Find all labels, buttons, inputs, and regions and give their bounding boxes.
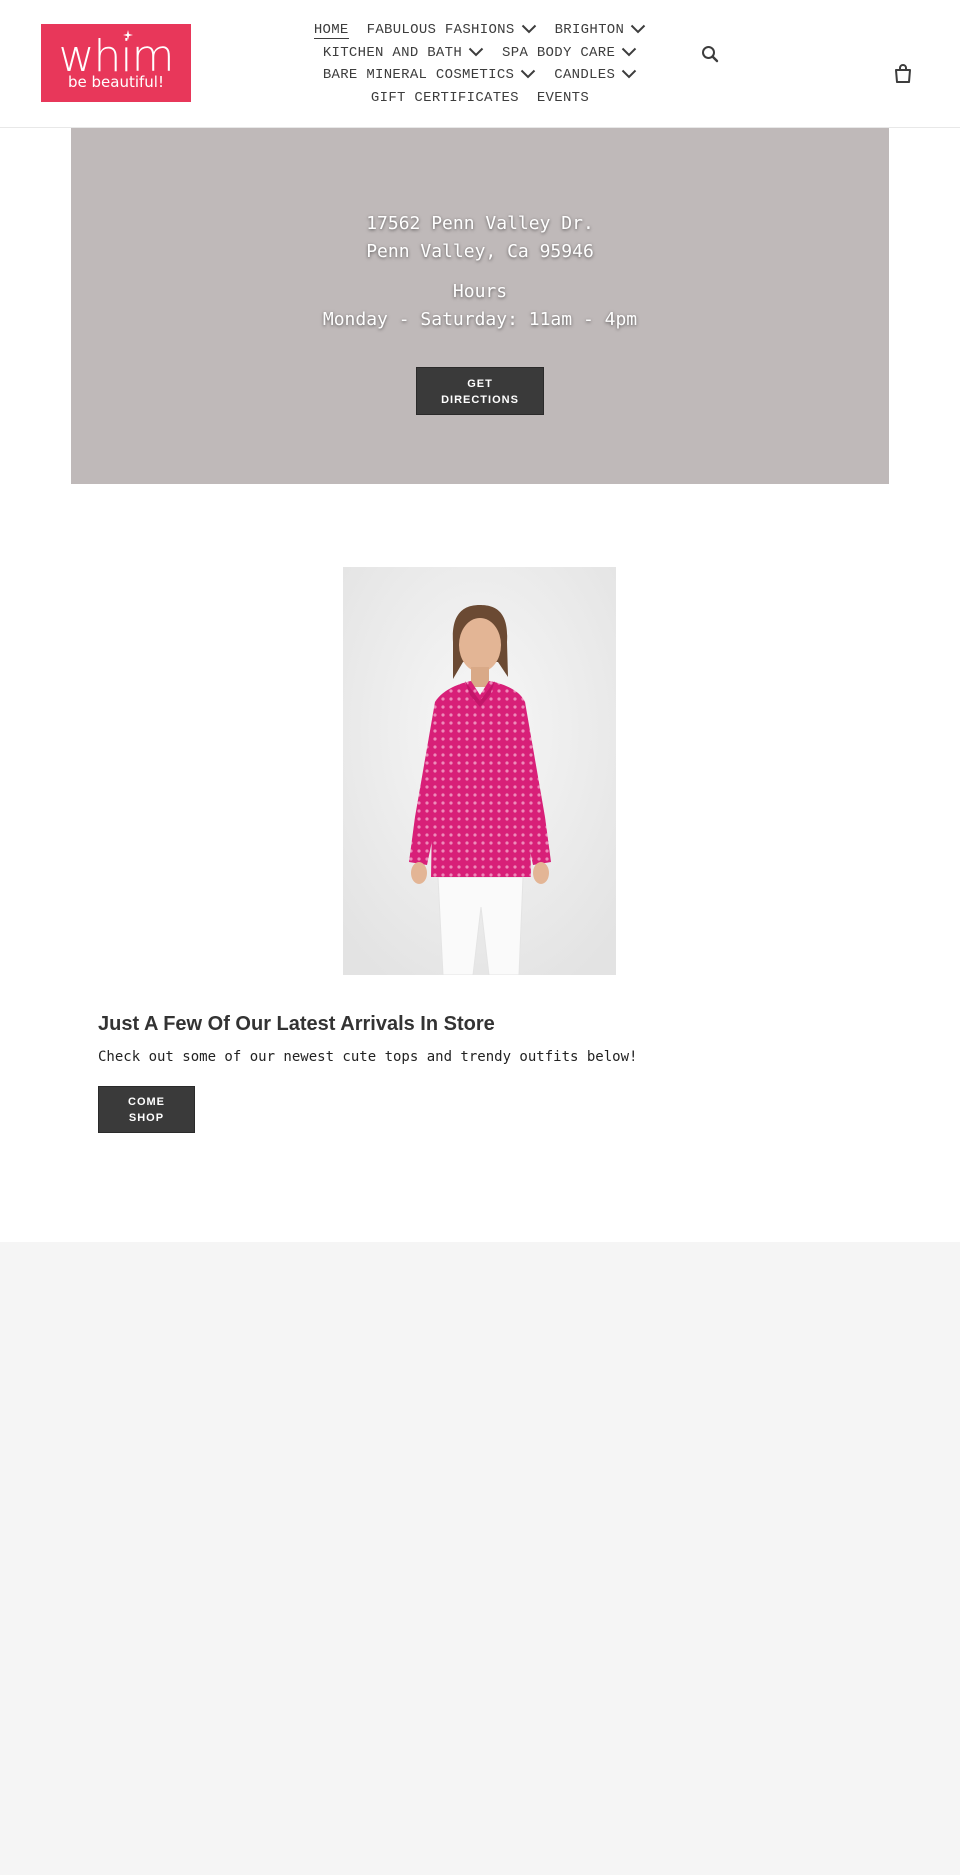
nav-item-home[interactable]: HOME <box>313 19 349 42</box>
featured-product-image[interactable] <box>343 567 616 975</box>
nav-item-label: HOME <box>313 22 349 39</box>
main-nav: HOME FABULOUS FASHIONS BRIGHTON KITCHEN AND… <box>300 18 660 108</box>
site-header: whim be beautiful! HOME FABULOUS FASHIONS… <box>0 0 960 128</box>
chevron-down-icon <box>468 47 484 57</box>
nav-item-fabulous-fashions[interactable]: FABULOUS FASHIONS <box>367 19 537 42</box>
nav-item-bare-mineral-cosmetics[interactable]: BARE MINERAL COSMETICS <box>323 64 536 87</box>
logo[interactable]: whim be beautiful! <box>41 24 191 102</box>
nav-row: GIFT CERTIFICATES EVENTS <box>300 86 660 109</box>
get-directions-button[interactable]: GET DIRECTIONS <box>416 367 544 415</box>
cart-icon[interactable] <box>892 63 914 85</box>
nav-item-kitchen-and-bath[interactable]: KITCHEN AND BATH <box>323 42 484 65</box>
nav-item-label: BARE MINERAL COSMETICS <box>322 67 515 83</box>
model-photo <box>343 567 616 975</box>
come-shop-label-1: COME <box>128 1096 165 1108</box>
search-icon[interactable] <box>700 44 722 66</box>
come-shop-button[interactable]: COME SHOP <box>98 1086 195 1133</box>
hours-title: Hours <box>452 281 508 302</box>
get-directions-label-1: GET <box>467 378 493 390</box>
nav-item-events[interactable]: EVENTS <box>537 87 589 110</box>
nav-row: KITCHEN AND BATH SPA BODY CARE <box>300 41 660 64</box>
address-line-2: Penn Valley, Ca 95946 <box>366 240 594 262</box>
chevron-down-icon <box>521 25 536 34</box>
nav-item-brighton[interactable]: BRIGHTON <box>555 19 647 42</box>
nav-item-label: SPA BODY CARE <box>502 44 616 61</box>
nav-item-label: BRIGHTON <box>554 22 625 38</box>
come-shop-label-2: SHOP <box>128 1112 165 1124</box>
nav-item-label: FABULOUS FASHIONS <box>366 22 515 38</box>
nav-item-label: KITCHEN AND BATH <box>322 44 463 61</box>
nav-item-label: GIFT CERTIFICATES <box>370 89 519 106</box>
store-info-hero: 17562 Penn Valley Dr. Penn Valley, Ca 95… <box>71 128 889 484</box>
nav-item-gift-certificates[interactable]: GIFT CERTIFICATES <box>371 87 519 110</box>
chevron-down-icon <box>621 47 637 57</box>
logo-tagline: be beautiful! <box>68 73 164 91</box>
nav-row: BARE MINERAL COSMETICS CANDLES <box>300 63 660 86</box>
address-line-1: 17562 Penn Valley Dr. <box>366 213 594 234</box>
nav-item-spa-body-care[interactable]: SPA BODY CARE <box>502 42 637 65</box>
chevron-down-icon <box>621 70 637 79</box>
chevron-down-icon <box>630 25 646 34</box>
hours-text: Monday - Saturday: 11am - 4pm <box>322 308 638 330</box>
nav-row: HOME FABULOUS FASHIONS BRIGHTON <box>300 18 660 41</box>
nav-item-label: CANDLES <box>554 67 616 83</box>
feature-heading: Just A Few Of Our Latest Arrivals In Sto… <box>98 1013 495 1035</box>
nav-item-label: EVENTS <box>536 89 590 106</box>
feature-description: Check out some of our newest cute tops a… <box>98 1049 638 1065</box>
get-directions-label-2: DIRECTIONS <box>441 394 519 406</box>
hero-text: 17562 Penn Valley Dr. Penn Valley, Ca 95… <box>71 210 889 333</box>
footer <box>0 1242 960 1875</box>
chevron-down-icon <box>521 70 536 79</box>
nav-item-candles[interactable]: CANDLES <box>554 64 637 87</box>
